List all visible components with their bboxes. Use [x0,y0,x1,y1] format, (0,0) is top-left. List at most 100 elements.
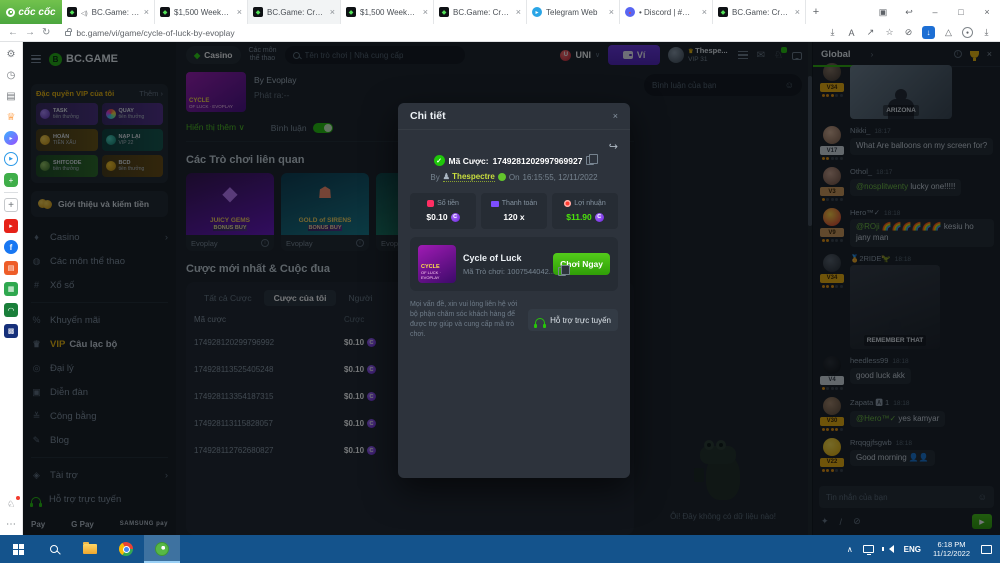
minimize-button[interactable] [922,7,948,17]
tab-search-icon[interactable] [870,7,896,18]
messenger-icon[interactable] [4,131,18,145]
facebook-icon[interactable] [4,240,18,254]
youtube-icon[interactable] [4,219,18,233]
store-app-icon[interactable] [4,282,18,296]
browser-side-rail [0,42,23,535]
adblock-icon[interactable] [903,27,914,38]
page-url: bc.game/vi/game/cycle-of-luck-by-evoplay [76,28,234,38]
tab-close-icon[interactable] [609,7,614,17]
bookmark-icon[interactable] [884,27,895,38]
close-modal-icon[interactable] [613,111,618,121]
bet-id-value: 1749281202997969927 [493,156,583,166]
start-button[interactable] [0,535,36,563]
language-indicator[interactable]: ENG [899,545,926,554]
browser-tabbar: cốc cốc BC.Game: Crypto $1,500 Weekend E… [0,0,1000,24]
share-icon[interactable] [865,27,876,38]
downloads-tray-icon[interactable] [981,27,992,38]
browser-tab-1[interactable]: BC.Game: Crypto [62,0,155,24]
webpage: B BC.GAME Đặc quyền VIP của tôi Thêm TAS… [23,42,1000,535]
bcgame-favicon [160,7,170,17]
volume-icon[interactable] [884,545,894,553]
network-icon[interactable] [863,545,874,553]
modal-title: Chi tiết [410,110,446,122]
discord-favicon [625,7,635,17]
notification-dot [16,496,20,500]
back-button[interactable] [8,28,18,38]
browser-tab-5[interactable]: BC.Game: Crypto Ca [434,0,527,24]
taskbar-search-button[interactable] [36,535,72,563]
copy-icon[interactable] [586,156,594,165]
chip-icon [564,200,571,207]
tray-expand-icon[interactable] [842,545,858,554]
coccoc-crown-icon[interactable] [4,110,18,124]
support-help-text: Mọi vấn đề, xin vui lòng liên hệ với bộ … [410,300,521,341]
folder-icon [83,544,97,554]
tab-close-icon[interactable] [702,7,707,17]
browser-tab-4[interactable]: $1,500 Weekend Ev [341,0,434,24]
game-id: Mã Trò chơi: 1007544042... [463,267,555,276]
tab-close-icon[interactable] [237,7,242,17]
forward-button[interactable] [25,28,35,38]
reload-button[interactable] [42,28,50,38]
settings-icon[interactable] [4,47,18,61]
coin-icon [595,213,604,222]
bet-author-link[interactable]: Thespectre [443,172,495,182]
search-icon [50,545,58,553]
tab-close-icon[interactable] [516,7,521,17]
live-support-button[interactable]: Hỗ trợ trực tuyến [528,309,618,331]
address-bar[interactable]: bc.game/vi/game/cycle-of-luck-by-evoplay [57,26,617,40]
close-window-button[interactable] [974,7,1000,17]
coccoc-menu-button[interactable]: cốc cốc [0,0,62,24]
download-manager-icon[interactable] [922,26,935,39]
rail-bell-icon[interactable] [4,497,18,511]
reopen-tab-icon[interactable] [896,7,922,18]
add-app-icon[interactable] [4,198,18,212]
game-thumbnail[interactable]: CYCLE OF LUCK ∙ EVOPLAY [418,245,456,283]
tab-close-icon[interactable] [330,7,335,17]
profile-icon[interactable] [962,27,973,38]
mosaic-app-icon[interactable] [4,324,18,338]
copy-icon[interactable] [558,267,566,276]
stat-payout: Thanh toán 120 x [481,193,547,229]
dice-icon [427,200,434,207]
bcgame-favicon [439,7,449,17]
stat-profit: Lợi nhuận $11.90 [552,193,618,229]
maximize-button[interactable] [948,7,974,17]
headset-icon [535,318,545,325]
verified-icon [434,155,445,166]
action-center-icon[interactable] [981,545,992,554]
rail-more-icon[interactable] [4,517,18,531]
shopee-icon[interactable] [4,261,18,275]
browser-tab-6[interactable]: Telegram Web [527,0,620,24]
tab-close-icon[interactable] [144,7,149,17]
browser-tab-7[interactable]: • Discord | #🎮gam [620,0,713,24]
new-tab-button[interactable] [806,0,826,24]
translate-icon[interactable] [846,28,857,38]
browser-tab-8[interactable]: BC.Game: Crypto Ca [713,0,806,24]
bcgame-favicon [67,7,77,17]
bet-datetime: 16:15:55, 12/11/2022 [523,173,598,182]
video-app-icon[interactable] [4,152,18,166]
browser-tab-2[interactable]: $1,500 Weekend Ev [155,0,248,24]
notifications-icon[interactable] [943,27,954,38]
save-page-icon[interactable] [827,27,838,38]
history-icon[interactable] [4,68,18,82]
taskbar-clock[interactable]: 6:18 PM 11/12/2022 [926,540,977,559]
telegram-favicon [532,7,542,17]
newsfeed-icon[interactable] [4,89,18,103]
tab-audio-icon[interactable] [81,8,88,17]
coccoc-taskbar-button[interactable] [144,535,180,563]
share-bet-icon[interactable] [609,140,618,153]
education-app-icon[interactable] [4,303,18,317]
chrome-taskbar-button[interactable] [108,535,144,563]
stat-amount: Số tiền $0.10 [410,193,476,229]
bcgame-favicon [253,7,263,17]
tab-close-icon[interactable] [423,7,428,17]
bet-details-modal: Chi tiết Mã Cược: 1749281202997969927 By… [398,103,630,478]
modal-game-name: Cycle of Luck [463,253,546,263]
games-app-icon[interactable] [4,173,18,187]
file-explorer-button[interactable] [72,535,108,563]
wallet-icon [491,201,499,207]
tab-close-icon[interactable] [795,7,800,17]
browser-tab-3-active[interactable]: BC.Game: Crypto Ca [248,0,341,24]
